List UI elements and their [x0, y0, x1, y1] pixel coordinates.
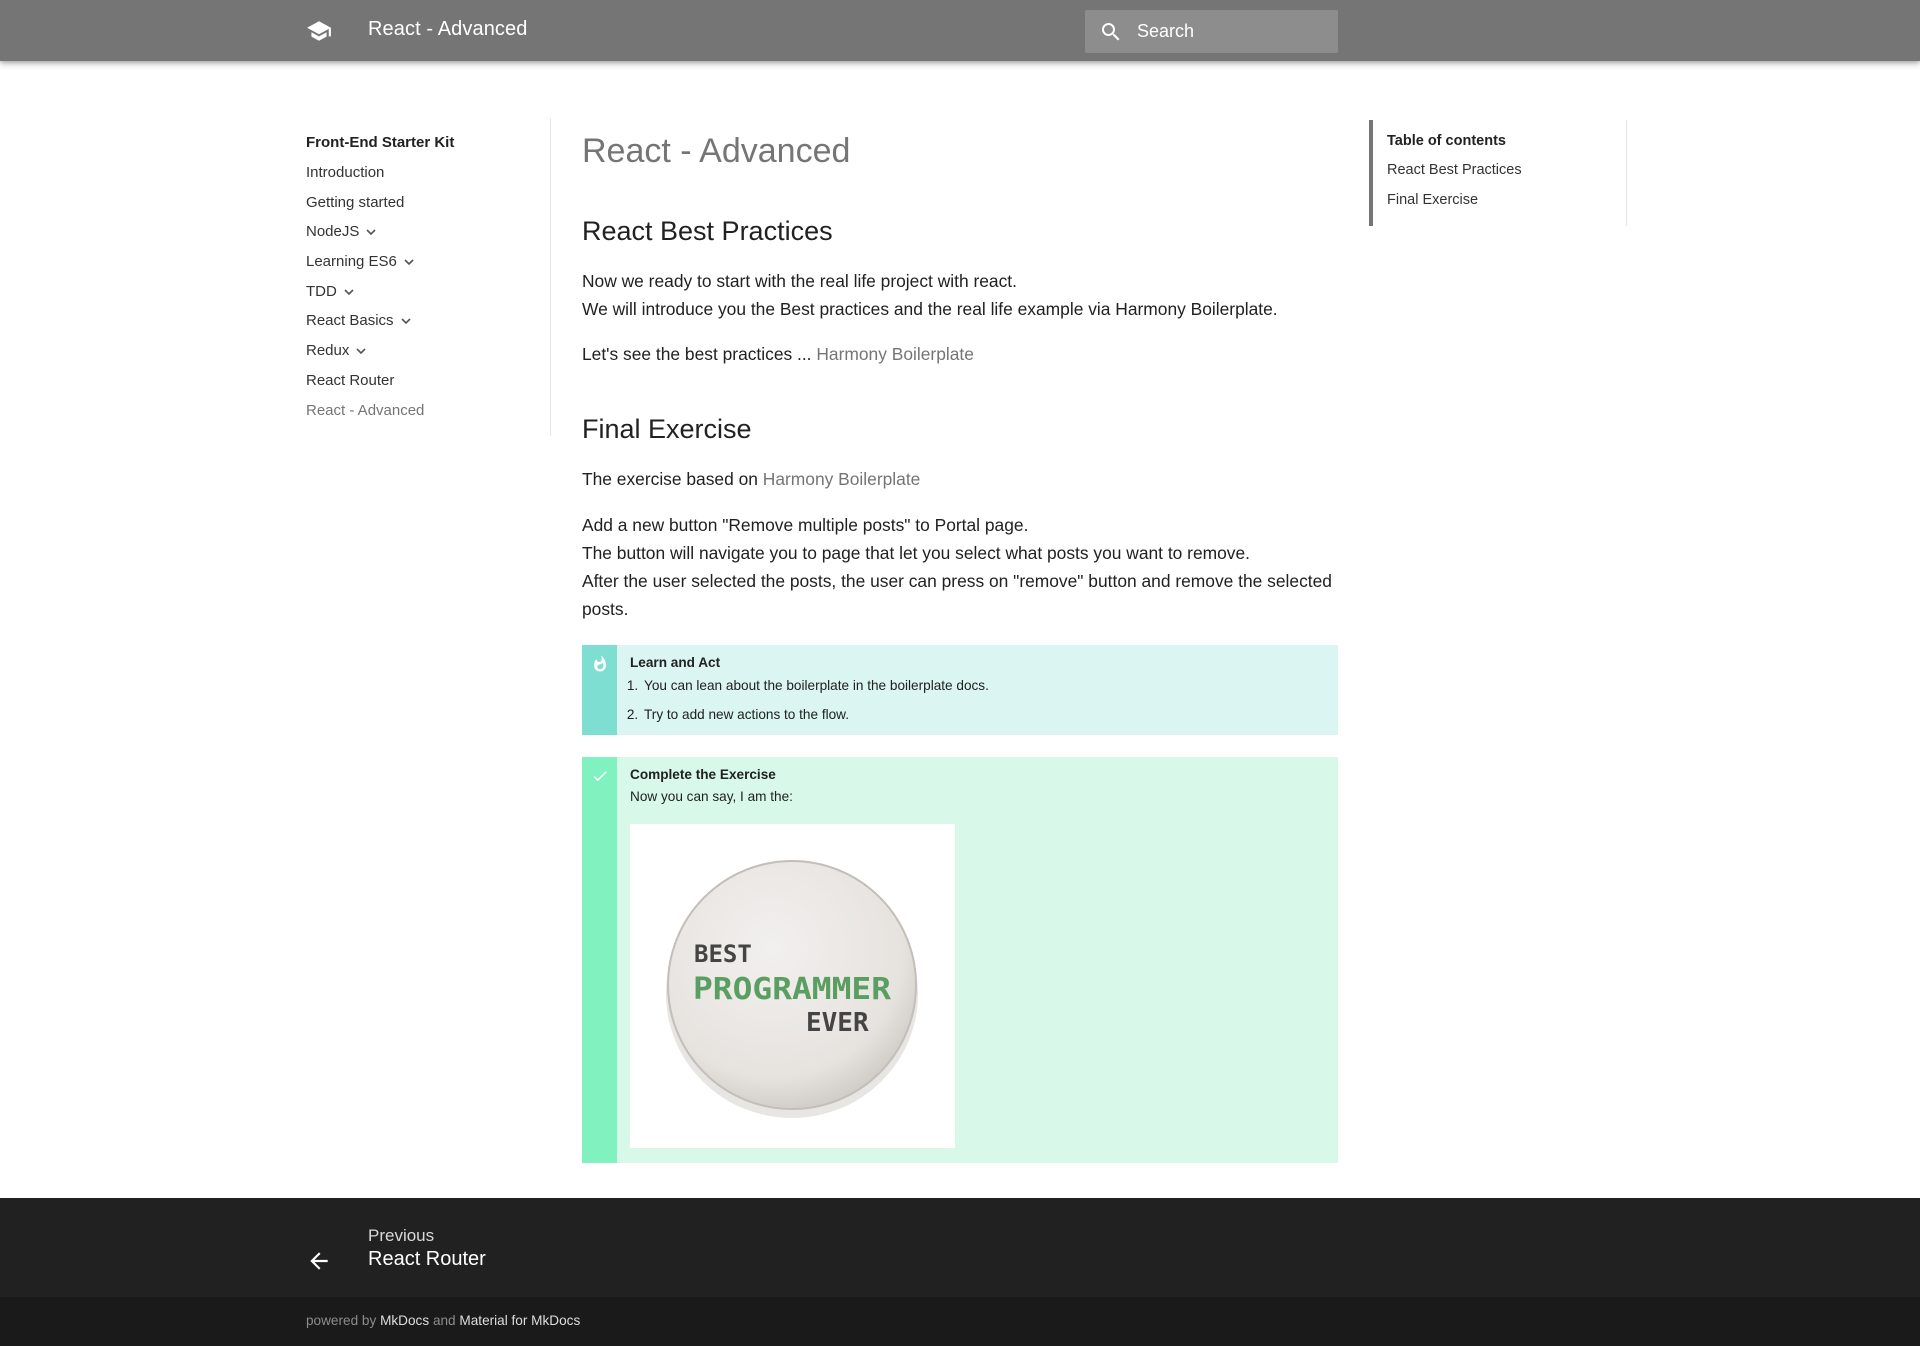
badge-illustration: BEST PROGRAMMER EVER [666, 860, 918, 1118]
toc-title: Table of contents [1387, 133, 1506, 149]
toc-item-react-best-practices[interactable]: React Best Practices [1387, 162, 1522, 178]
list-item: Try to add new actions to the flow. [642, 700, 989, 729]
nav-title: Front-End Starter Kit [306, 134, 455, 151]
tip-bar [582, 645, 617, 735]
paragraph: Let's see the best practices ... Harmony… [582, 340, 1338, 368]
fire-icon [594, 655, 606, 672]
success-bar [582, 757, 617, 1163]
table-of-contents: Table of contents React Best Practices F… [1369, 120, 1629, 226]
success-title: Complete the Exercise [630, 767, 776, 782]
sidebar-item-label: React Basics [306, 312, 394, 330]
sidebar-item-label: Getting started [306, 193, 405, 211]
text-line: We will introduce you the Best practices… [582, 299, 1278, 319]
sidebar-nav: Front-End Starter Kit Introduction Gettin… [306, 130, 526, 427]
sidebar-item-label: React - Advanced [306, 401, 425, 419]
previous-page-title[interactable]: React Router [368, 1248, 486, 1271]
text-line: Add a new button "Remove multiple posts"… [582, 515, 1029, 535]
sidebar-item-learning-es6[interactable]: Learning ES6 [306, 249, 526, 279]
toc-item-final-exercise[interactable]: Final Exercise [1387, 192, 1478, 208]
and-text: and [432, 1313, 456, 1328]
sidebar-item-label: NodeJS [306, 223, 360, 241]
heading-react-best-practices: React Best Practices [582, 216, 833, 246]
search-icon [1102, 23, 1120, 41]
chevron-down-icon [366, 229, 376, 236]
nav-divider [550, 118, 551, 436]
sidebar-item-react-advanced[interactable]: React - Advanced [306, 398, 526, 428]
list-item: You can lean about the boilerplate in th… [642, 671, 989, 700]
powered-by-text: powered by [306, 1313, 377, 1328]
header-title: React - Advanced [368, 18, 528, 40]
sidebar-item-label: Redux [306, 342, 350, 360]
sidebar-item-react-router[interactable]: React Router [306, 368, 526, 398]
footer-meta: powered by MkDocs and Material for MkDoc… [0, 1297, 1920, 1346]
tip-title: Learn and Act [630, 655, 721, 670]
text-line: The exercise based on [582, 469, 763, 489]
sidebar-item-introduction[interactable]: Introduction [306, 160, 526, 190]
best-programmer-badge-image: BEST PROGRAMMER EVER [630, 824, 955, 1148]
tip-admonition: Learn and Act You can lean about the boi… [582, 645, 1338, 735]
chevron-down-icon [404, 259, 414, 266]
text-line: After the user selected the posts, the u… [582, 571, 1332, 619]
previous-direction-label: Previous [368, 1226, 435, 1245]
paragraph: The exercise based on Harmony Boilerplat… [582, 465, 1338, 493]
sidebar-item-label: React Router [306, 371, 395, 389]
check-icon [593, 771, 607, 782]
success-admonition: Complete the Exercise Now you can say, I… [582, 757, 1338, 1163]
harmony-boilerplate-link[interactable]: Harmony Boilerplate [816, 344, 974, 364]
main-content: React - Advanced React Best Practices No… [582, 122, 1338, 1163]
material-for-mkdocs-link[interactable]: Material for MkDocs [459, 1313, 580, 1328]
heading-final-exercise: Final Exercise [582, 414, 752, 444]
sidebar-item-react-basics[interactable]: React Basics [306, 308, 526, 338]
powered-by: powered by MkDocs and Material for MkDoc… [306, 1313, 580, 1328]
sidebar-item-getting-started[interactable]: Getting started [306, 190, 526, 220]
badge-line1: BEST [694, 940, 752, 968]
sidebar-item-tdd[interactable]: TDD [306, 279, 526, 309]
text-line: Now we ready to start with the real life… [582, 271, 1017, 291]
badge-line2: PROGRAMMER [693, 972, 892, 1007]
search-input[interactable] [1137, 10, 1327, 53]
success-text: Now you can say, I am the: [630, 789, 793, 804]
chevron-down-icon [344, 289, 354, 295]
sidebar-item-redux[interactable]: Redux [306, 338, 526, 368]
text-line: Let's see the best practices ... [582, 344, 817, 364]
footer-nav: Previous React Router [0, 1198, 1920, 1297]
arrow-left-icon[interactable] [306, 1248, 332, 1274]
harmony-boilerplate-link[interactable]: Harmony Boilerplate [763, 469, 921, 489]
paragraph: Now we ready to start with the real life… [582, 267, 1338, 323]
badge-line3: EVER [806, 1008, 869, 1038]
sidebar-item-nodejs[interactable]: NodeJS [306, 219, 526, 249]
text-line: The button will navigate you to page tha… [582, 543, 1250, 563]
search-box[interactable] [1085, 10, 1338, 53]
toc-divider [1626, 120, 1627, 226]
sidebar-item-label: Introduction [306, 164, 385, 181]
nav-list: Introduction Getting started NodeJS Learnin… [306, 160, 526, 427]
sidebar-item-label: TDD [306, 282, 337, 300]
chevron-down-icon [400, 318, 411, 325]
page-title: React - Advanced [582, 132, 851, 170]
paragraph: Add a new button "Remove multiple posts"… [582, 511, 1338, 623]
header-bar: React - Advanced [0, 0, 1920, 61]
mkdocs-link[interactable]: MkDocs [380, 1313, 429, 1328]
sidebar-item-label: Learning ES6 [306, 253, 397, 271]
tip-list: You can lean about the boilerplate in th… [630, 671, 989, 729]
chevron-down-icon [356, 348, 366, 355]
school-icon[interactable] [306, 18, 332, 44]
